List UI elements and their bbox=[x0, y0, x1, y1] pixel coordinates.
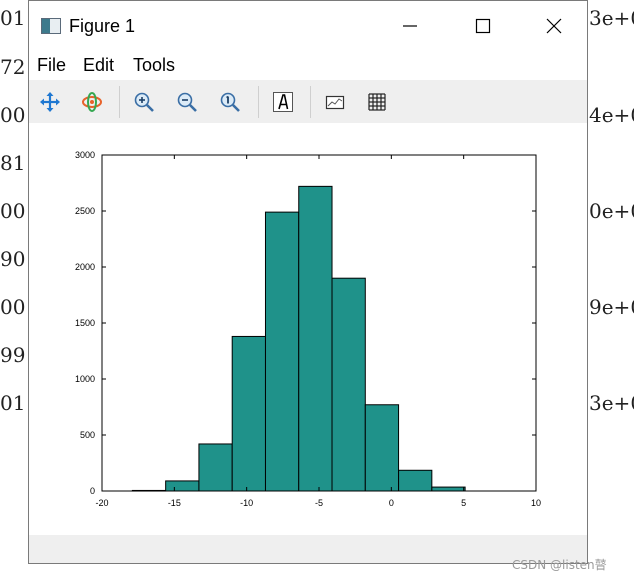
insert-text-icon bbox=[273, 92, 293, 112]
maximize-button[interactable] bbox=[470, 13, 496, 39]
x-tick-label: 0 bbox=[389, 498, 394, 508]
x-tick-label: -20 bbox=[95, 498, 108, 508]
bg-number: 81 bbox=[0, 151, 26, 175]
pan-icon bbox=[40, 92, 60, 112]
bg-number: 00 bbox=[0, 295, 26, 319]
toolbar-separator bbox=[310, 86, 311, 118]
bg-number: 72 bbox=[0, 55, 26, 79]
title-bar[interactable]: Figure 1 bbox=[29, 1, 587, 51]
bg-number: 01 bbox=[0, 391, 26, 415]
figure-app-icon bbox=[41, 18, 61, 34]
zoom-reset-icon bbox=[220, 92, 240, 112]
background-left-numbers: 01 72 00 81 00 90 00 99 01 bbox=[0, 0, 28, 582]
toolbar-separator bbox=[119, 86, 120, 118]
histogram-bar bbox=[298, 185, 333, 492]
close-icon bbox=[546, 18, 562, 34]
zoom-in-icon bbox=[134, 92, 154, 112]
histogram-chart: -20 -15 -10 -5 0 5 10 0 500 1000 1500 2000 2500 3000 bbox=[75, 150, 541, 508]
bg-number: 00 bbox=[0, 103, 26, 127]
insert-axes-button[interactable] bbox=[321, 88, 349, 116]
bg-number: 99 bbox=[0, 343, 26, 367]
zoom-out-button[interactable] bbox=[173, 88, 201, 116]
figure-toolbar bbox=[29, 80, 587, 123]
y-tick-label: 0 bbox=[90, 486, 95, 496]
y-tick-label: 500 bbox=[80, 430, 95, 440]
insert-text-button[interactable] bbox=[269, 88, 297, 116]
status-bar bbox=[29, 535, 587, 563]
grid-button[interactable] bbox=[363, 88, 391, 116]
close-button[interactable] bbox=[541, 13, 567, 39]
figure-canvas[interactable]: -20 -15 -10 -5 0 5 10 0 500 1000 1500 2000 2500 3000 bbox=[29, 123, 587, 535]
bg-number: 0e+0 bbox=[589, 199, 634, 223]
histogram-bar bbox=[331, 277, 366, 492]
maximize-icon bbox=[475, 18, 491, 34]
menu-file[interactable]: File bbox=[37, 55, 66, 76]
y-tick-label: 3000 bbox=[75, 150, 95, 160]
histogram-bar bbox=[431, 486, 466, 492]
rotate-button[interactable] bbox=[78, 88, 106, 116]
zoom-reset-button[interactable] bbox=[216, 88, 244, 116]
pan-button[interactable] bbox=[36, 88, 64, 116]
bg-number: 3e+0 bbox=[589, 391, 634, 415]
window-title: Figure 1 bbox=[69, 16, 136, 36]
menu-bar: File Edit Tools bbox=[29, 53, 587, 79]
minimize-icon bbox=[403, 25, 417, 27]
bg-number: 01 bbox=[0, 6, 26, 30]
histogram-bar bbox=[231, 335, 266, 492]
insert-axes-icon bbox=[325, 95, 345, 110]
bg-number: 4e+0 bbox=[589, 103, 634, 127]
bg-number: 3e+0 bbox=[589, 6, 634, 30]
grid-icon bbox=[368, 93, 386, 111]
histogram-bar bbox=[165, 480, 200, 492]
y-tick-label: 2000 bbox=[75, 262, 95, 272]
zoom-in-button[interactable] bbox=[130, 88, 158, 116]
bg-number: 9e+0 bbox=[589, 295, 634, 319]
minimize-button[interactable] bbox=[397, 13, 423, 39]
bg-number: 90 bbox=[0, 247, 26, 271]
x-tick-label: 10 bbox=[531, 498, 541, 508]
menu-tools[interactable]: Tools bbox=[133, 55, 175, 76]
histogram-bars bbox=[131, 185, 466, 492]
x-tick-label: -5 bbox=[315, 498, 323, 508]
x-tick-label: -10 bbox=[240, 498, 253, 508]
zoom-out-icon bbox=[177, 92, 197, 112]
x-tick-label: -15 bbox=[168, 498, 181, 508]
menu-edit[interactable]: Edit bbox=[83, 55, 114, 76]
toolbar-separator bbox=[258, 86, 259, 118]
y-tick-label: 1000 bbox=[75, 374, 95, 384]
watermark-text: CSDN @listen瞽 bbox=[512, 558, 607, 572]
rotate-icon bbox=[82, 92, 102, 112]
histogram-bar bbox=[198, 443, 233, 492]
y-tick-label: 1500 bbox=[75, 318, 95, 328]
bg-number: 00 bbox=[0, 199, 26, 223]
x-tick-label: 5 bbox=[461, 498, 466, 508]
histogram-bar bbox=[364, 404, 400, 492]
figure-window: Figure 1 File Edit Tools -20 -15 -10 -5 … bbox=[28, 0, 588, 564]
background-right-numbers: 3e+0 4e+0 0e+0 9e+0 3e+0 bbox=[589, 0, 634, 582]
histogram-bar bbox=[264, 211, 300, 492]
histogram-bar bbox=[398, 469, 433, 492]
y-tick-label: 2500 bbox=[75, 206, 95, 216]
